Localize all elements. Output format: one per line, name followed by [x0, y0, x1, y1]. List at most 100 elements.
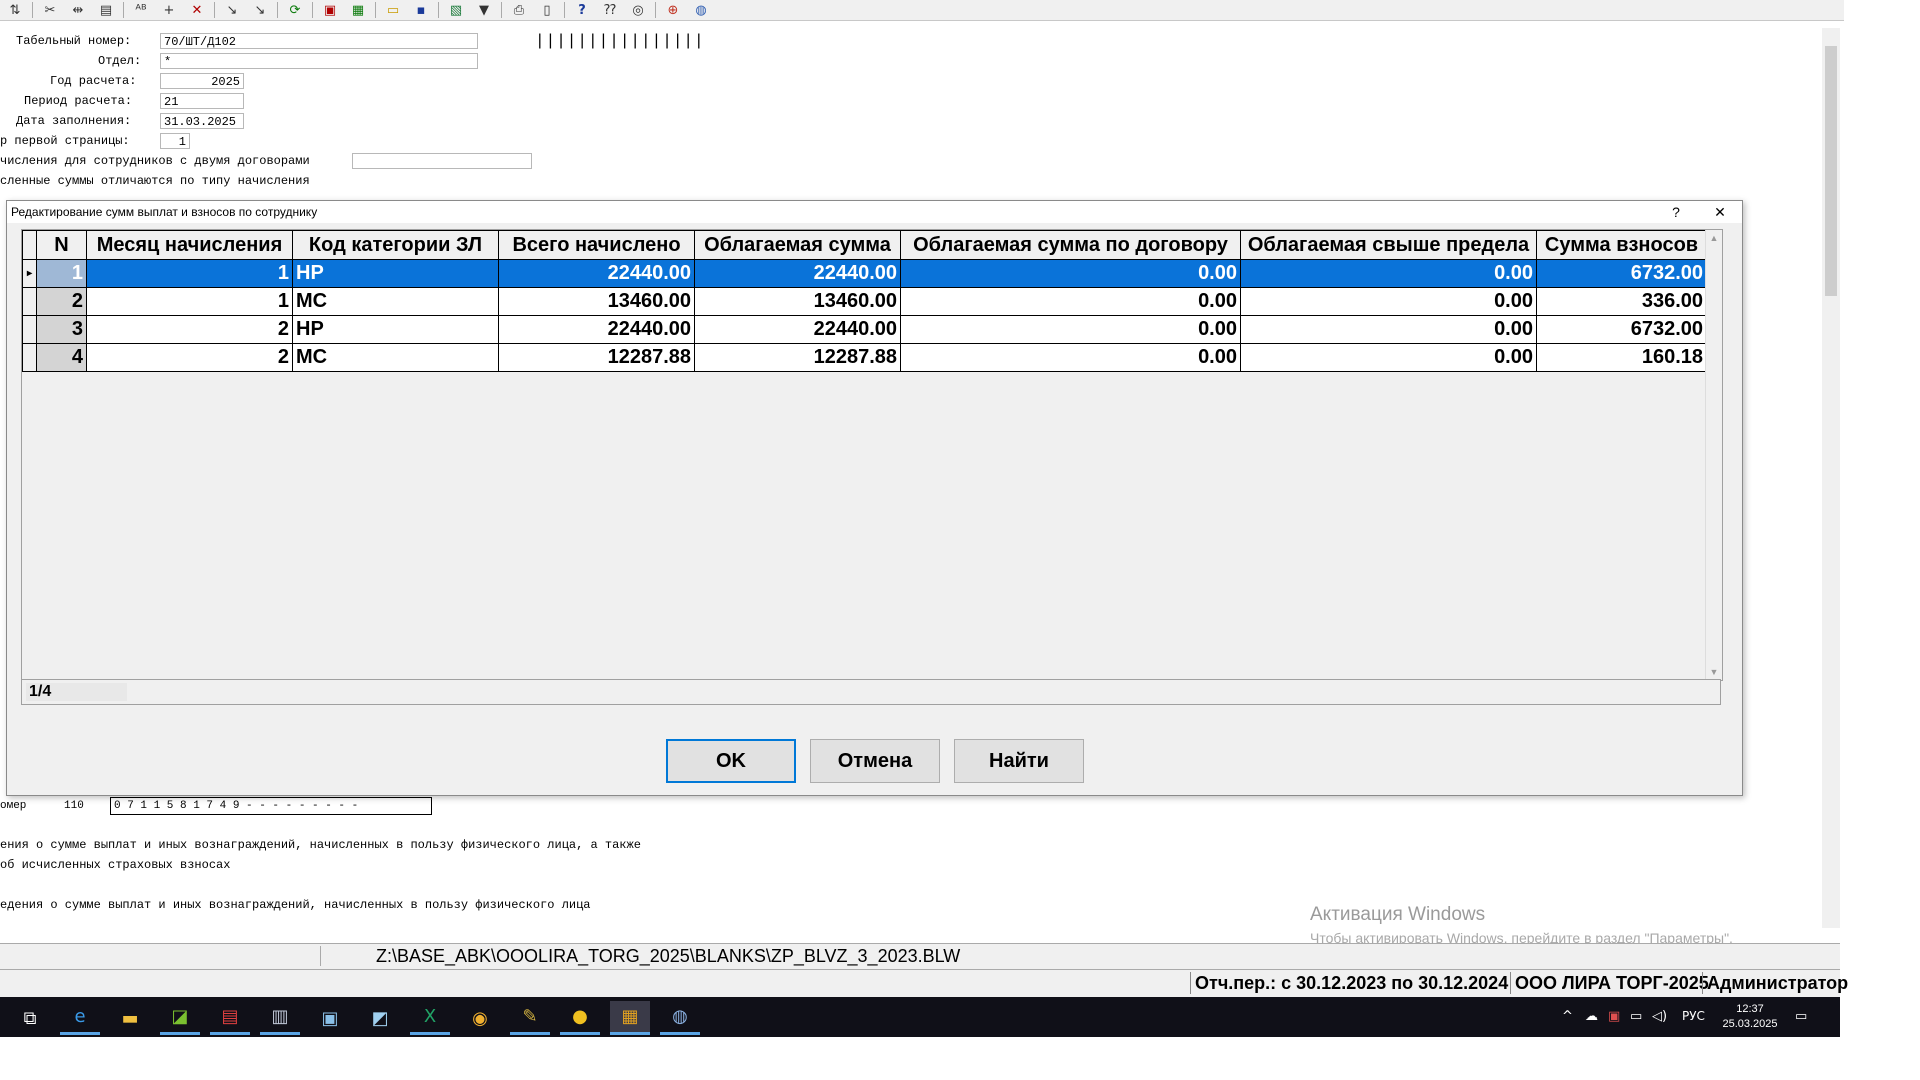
chrome-icon[interactable]: ◉ — [460, 1001, 500, 1035]
edge-icon[interactable]: e — [60, 1001, 100, 1035]
cell-n[interactable]: 2 — [36, 287, 87, 316]
close-button[interactable]: ✕ — [1698, 201, 1742, 223]
cell-n[interactable]: 4 — [36, 343, 87, 372]
cell-contract[interactable]: 0.00 — [900, 287, 1241, 316]
help-button[interactable]: ? — [1654, 201, 1698, 223]
cell-total[interactable]: 13460.00 — [498, 287, 695, 316]
app-notes-icon[interactable]: ◩ — [360, 1001, 400, 1035]
print-icon[interactable]: ⎙ — [508, 1, 530, 19]
sort-icon[interactable]: ⇅ — [4, 1, 26, 19]
calc-icon[interactable]: ▦ — [347, 1, 369, 19]
cell-contract[interactable]: 0.00 — [900, 343, 1241, 372]
help-context-icon[interactable]: ⁇ — [599, 1, 621, 19]
cell-contract[interactable]: 0.00 — [900, 315, 1241, 344]
volume-icon[interactable]: ◁) — [1652, 1009, 1667, 1024]
pick2-icon[interactable]: ↘ — [249, 1, 271, 19]
cell-over[interactable]: 0.00 — [1240, 315, 1537, 344]
excel-taskbar-icon[interactable]: X — [410, 1001, 450, 1035]
cell-taxable[interactable]: 13460.00 — [694, 287, 901, 316]
cell-contrib[interactable]: 336.00 — [1536, 287, 1707, 316]
column-header[interactable]: Сумма взносов — [1536, 230, 1707, 260]
filter-icon[interactable]: ▼ — [473, 1, 495, 19]
pick-icon[interactable]: ↘ — [221, 1, 243, 19]
column-header[interactable]: Облагаемая сумма — [694, 230, 901, 260]
cell-code[interactable]: МС — [292, 287, 499, 316]
cell-n[interactable]: 3 — [36, 315, 87, 344]
cell-month[interactable]: 1 — [86, 287, 293, 316]
number-boxes[interactable]: 0 7 1 1 5 8 1 7 4 9 - - - - - - - - - — [110, 797, 432, 815]
period-field[interactable]: 21 — [160, 93, 244, 109]
app-abacus-icon[interactable]: ▦ — [610, 1001, 650, 1035]
fill-date-field[interactable]: 31.03.2025 — [160, 113, 244, 129]
language-indicator[interactable]: РУС — [1682, 1009, 1705, 1023]
excel-icon[interactable]: ▧ — [445, 1, 467, 19]
app-chart-icon[interactable]: ◪ — [160, 1001, 200, 1035]
table-row[interactable]: 2 1 МС 13460.00 13460.00 0.00 0.00 336.0… — [22, 287, 1707, 316]
cell-month[interactable]: 1 — [86, 259, 293, 288]
two-contracts-field[interactable] — [352, 153, 532, 169]
cell-total[interactable]: 12287.88 — [498, 343, 695, 372]
scroll-up-icon[interactable]: ▲ — [1706, 230, 1722, 246]
clock[interactable]: 12:37 25.03.2025 — [1722, 1002, 1778, 1032]
cell-taxable[interactable]: 22440.00 — [694, 315, 901, 344]
column-header[interactable]: Всего начислено — [498, 230, 695, 260]
app-folder-icon[interactable]: ▥ — [260, 1001, 300, 1035]
cell-total[interactable]: 22440.00 — [498, 315, 695, 344]
app-window-icon[interactable]: ▣ — [310, 1001, 350, 1035]
onedrive-icon[interactable]: ☁ — [1585, 1009, 1598, 1024]
cell-n[interactable]: 1 — [36, 259, 87, 288]
app-tools-icon[interactable]: ✎ — [510, 1001, 550, 1035]
first-page-field[interactable]: 1 — [160, 133, 190, 149]
cell-month[interactable]: 2 — [86, 315, 293, 344]
refresh-icon[interactable]: ⟳ — [284, 1, 306, 19]
file-explorer-icon[interactable]: ▬ — [110, 1001, 150, 1035]
tab-number-field[interactable]: 70/ШТ/Д102 — [160, 33, 478, 49]
app-printer-icon[interactable]: ▤ — [210, 1001, 250, 1035]
grid-scrollbar[interactable]: ▲ ▼ — [1705, 230, 1722, 680]
merge-icon[interactable]: ⇹ — [67, 1, 89, 19]
notifications-icon[interactable]: ▭ — [1795, 1009, 1807, 1024]
pdf-icon[interactable]: ▣ — [319, 1, 341, 19]
cell-code[interactable]: НР — [292, 259, 499, 288]
table-row[interactable]: 3 2 НР 22440.00 22440.00 0.00 0.00 6732.… — [22, 315, 1707, 344]
task-view-icon[interactable]: ⧉ — [10, 1001, 50, 1035]
cell-taxable[interactable]: 12287.88 — [694, 343, 901, 372]
scroll-down-icon[interactable]: ▼ — [1706, 664, 1722, 680]
dept-field[interactable]: * — [160, 53, 478, 69]
tray-app-icon[interactable]: ▣ — [1608, 1009, 1620, 1024]
app-lira-icon[interactable]: ◍ — [660, 1001, 700, 1035]
cell-contract[interactable]: 0.00 — [900, 259, 1241, 288]
help-icon[interactable]: ? — [571, 1, 593, 19]
page-scrollbar[interactable] — [1822, 28, 1840, 928]
lifebuoy-icon[interactable]: ⊕ — [662, 1, 684, 19]
network-icon[interactable]: ▭ — [1630, 1009, 1642, 1024]
cell-contrib[interactable]: 160.18 — [1536, 343, 1707, 372]
open-folder-icon[interactable]: ▭ — [382, 1, 404, 19]
cell-taxable[interactable]: 22440.00 — [694, 259, 901, 288]
year-field[interactable]: 2025 — [160, 73, 244, 89]
add-icon[interactable]: + — [158, 1, 180, 19]
compass-icon[interactable]: ◎ — [627, 1, 649, 19]
cell-code[interactable]: МС — [292, 343, 499, 372]
tray-chevron-icon[interactable]: ^ — [1562, 1009, 1573, 1024]
cell-month[interactable]: 2 — [86, 343, 293, 372]
cell-contrib[interactable]: 6732.00 — [1536, 259, 1707, 288]
column-header[interactable]: N — [36, 230, 87, 260]
globe-icon[interactable]: ◍ — [690, 1, 712, 19]
paste-icon[interactable]: ▤ — [95, 1, 117, 19]
ok-button[interactable]: OK — [666, 739, 796, 783]
delete-icon[interactable]: ✕ — [186, 1, 208, 19]
find-button[interactable]: Найти — [954, 739, 1084, 783]
cell-contrib[interactable]: 6732.00 — [1536, 315, 1707, 344]
preview-icon[interactable]: ▯ — [536, 1, 558, 19]
column-header[interactable]: Облагаемая сумма по договору — [900, 230, 1241, 260]
cell-over[interactable]: 0.00 — [1240, 259, 1537, 288]
column-header[interactable]: Месяц начисления — [86, 230, 293, 260]
cell-total[interactable]: 22440.00 — [498, 259, 695, 288]
save-icon[interactable]: ▪ — [410, 1, 432, 19]
abc-icon[interactable]: ᴬᴮ — [130, 1, 152, 19]
column-header[interactable]: Облагаемая свыше предела — [1240, 230, 1537, 260]
page-scrollbar-thumb[interactable] — [1825, 46, 1837, 296]
table-row[interactable]: ▸ 1 1 НР 22440.00 22440.00 0.00 0.00 673… — [22, 259, 1707, 288]
app-notification-icon[interactable]: ● — [560, 1001, 600, 1035]
